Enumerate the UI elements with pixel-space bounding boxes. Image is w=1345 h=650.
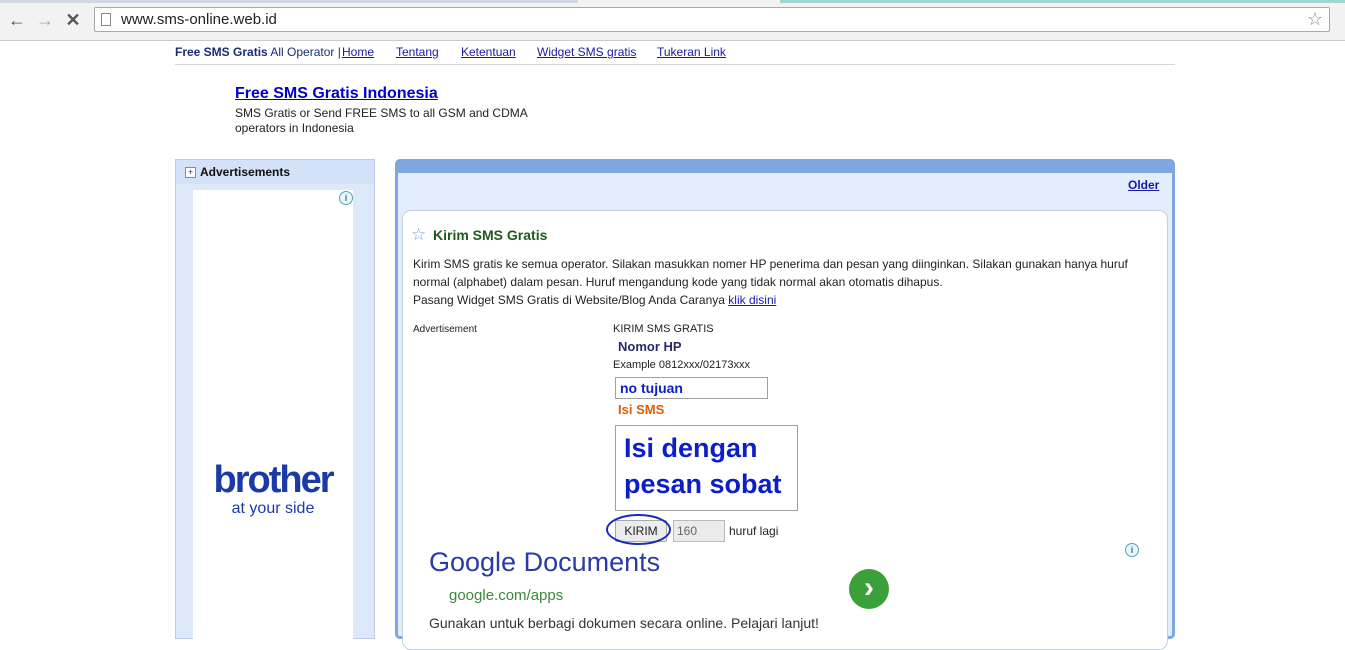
sidebar-title: Advertisements (200, 165, 291, 179)
nav-link-tukeran[interactable]: Tukeran Link (657, 45, 726, 59)
post-title: Kirim SMS Gratis (433, 227, 548, 243)
ad-brand-logo: brother (213, 459, 335, 501)
back-arrow-icon[interactable]: ← (6, 9, 28, 31)
tab-left[interactable] (0, 0, 578, 3)
ad-info-icon[interactable]: i (339, 191, 353, 205)
close-icon[interactable]: ✕ (62, 9, 84, 31)
char-counter (673, 520, 725, 542)
google-ad-url[interactable]: google.com/apps (449, 587, 563, 604)
site-description: SMS Gratis or Send FREE SMS to all GSM a… (235, 106, 528, 135)
top-nav: Free SMS Gratis All Operator | Home Tent… (175, 44, 1175, 65)
site-title[interactable]: Free SMS Gratis Indonesia (235, 85, 438, 103)
post-body: Kirim SMS gratis ke semua operator. Sila… (413, 255, 1165, 309)
sidebar: + Advertisements i brother at your side (175, 159, 375, 640)
advertisement-label: Advertisement (413, 324, 477, 335)
sidebar-header: + Advertisements (176, 160, 374, 184)
star-icon[interactable]: ☆ (1307, 9, 1323, 30)
phone-input[interactable] (615, 377, 768, 399)
widget-link[interactable]: klik disini (728, 293, 776, 307)
ad-brand-tagline: at your side (231, 500, 315, 517)
nav-link-widget[interactable]: Widget SMS gratis (537, 45, 636, 59)
nav-brand: Free SMS Gratis All Operator | (175, 45, 341, 59)
google-ad-description: Gunakan untuk berbagi dokumen secara onl… (429, 615, 819, 631)
google-ad-title[interactable]: Google Documents (429, 547, 660, 578)
main-panel-header (398, 162, 1172, 173)
phone-label: Nomor HP (618, 339, 682, 354)
post-widget-line: Pasang Widget SMS Gratis di Website/Blog… (413, 293, 777, 307)
post-paragraph: Kirim SMS gratis ke semua operator. Sila… (413, 257, 1128, 289)
phone-example: Example 0812xxx/02173xxx (613, 359, 750, 371)
address-bar[interactable]: www.sms-online.web.id ☆ (94, 7, 1330, 32)
main-panel: Older ☆ Kirim SMS Gratis Kirim SMS grati… (395, 159, 1175, 650)
address-url[interactable]: www.sms-online.web.id (121, 11, 277, 28)
message-textarea[interactable]: Isi dengan pesan sobat (615, 425, 798, 511)
char-counter-suffix: huruf lagi (729, 524, 779, 538)
form-title: KIRIM SMS GRATIS (613, 323, 714, 335)
nav-link-tentang[interactable]: Tentang (396, 45, 439, 59)
ad-info-icon[interactable]: i (1125, 543, 1139, 557)
post: ☆ Kirim SMS Gratis Kirim SMS gratis ke s… (402, 210, 1168, 650)
star-icon[interactable]: ☆ (411, 225, 426, 245)
tab-strip (0, 0, 1345, 3)
expand-icon[interactable]: + (185, 167, 196, 178)
send-button[interactable]: KIRIM (615, 520, 667, 542)
browser-toolbar: ← → ✕ www.sms-online.web.id ☆ (0, 0, 1345, 41)
sidebar-ad[interactable]: i brother at your side (193, 190, 353, 640)
page-icon (101, 13, 111, 26)
forward-arrow-icon[interactable]: → (34, 9, 56, 31)
nav-link-ketentuan[interactable]: Ketentuan (461, 45, 516, 59)
older-link[interactable]: Older (1128, 178, 1159, 192)
chevron-right-icon[interactable]: › (849, 569, 889, 609)
message-label: Isi SMS (618, 402, 665, 417)
tab-right[interactable] (780, 0, 1345, 3)
nav-link-home[interactable]: Home (342, 45, 374, 59)
